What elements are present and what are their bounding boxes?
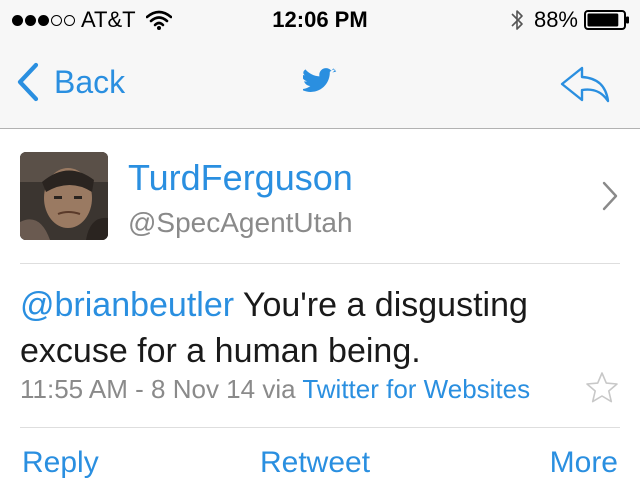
reply-arrow-icon[interactable]	[558, 64, 612, 104]
battery-icon	[584, 10, 629, 30]
tweet-actions: Reply Retweet More	[0, 440, 640, 490]
bluetooth-icon	[511, 10, 523, 30]
star-icon[interactable]	[584, 370, 620, 406]
tweet-source-link[interactable]: Twitter for Websites	[302, 374, 530, 404]
divider	[20, 427, 620, 428]
twitter-bird-icon	[303, 68, 337, 92]
chevron-left-icon	[17, 62, 39, 102]
status-bar: AT&T 12:06 PM 88%	[0, 0, 640, 40]
username: @SpecAgentUtah	[128, 207, 353, 238]
mention-link[interactable]: @brianbeutler	[20, 286, 234, 324]
display-name[interactable]: TurdFerguson	[128, 157, 353, 199]
tweet-text: @brianbeutler You're a disgusting excuse…	[20, 282, 620, 374]
more-button[interactable]: More	[550, 446, 618, 480]
avatar-image	[20, 152, 108, 240]
back-button[interactable]: Back	[16, 62, 125, 102]
navigation-bar: Back	[0, 40, 640, 129]
reply-button[interactable]: Reply	[22, 446, 99, 480]
back-label: Back	[54, 63, 126, 100]
tweet-timestamp: 11:55 AM - 8 Nov 14	[20, 374, 256, 404]
chevron-right-icon[interactable]	[602, 181, 618, 211]
divider	[20, 263, 620, 264]
via-label: via	[255, 374, 303, 404]
profile-header[interactable]: TurdFerguson @SpecAgentUtah	[0, 129, 640, 263]
avatar[interactable]	[20, 152, 108, 240]
battery-percentage: 88%	[533, 7, 578, 32]
status-right: 88%	[510, 7, 630, 33]
retweet-button[interactable]: Retweet	[260, 446, 370, 480]
tweet-meta: 11:55 AM - 8 Nov 14 via Twitter for Webs…	[20, 374, 530, 405]
